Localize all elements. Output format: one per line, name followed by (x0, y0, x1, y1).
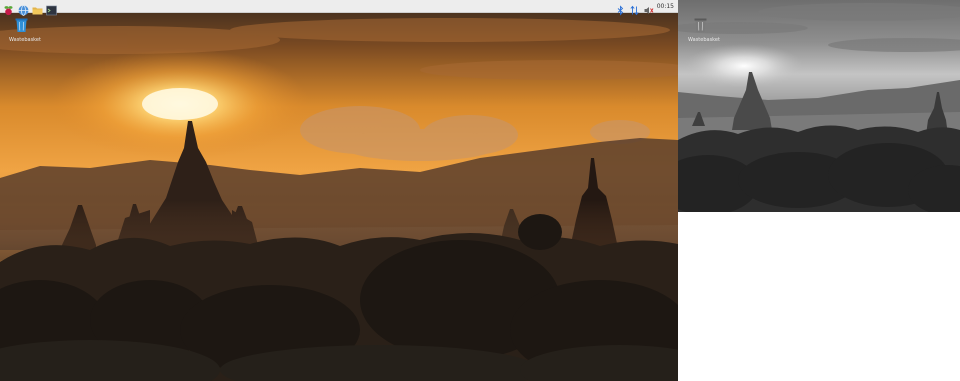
terminal-icon[interactable] (46, 1, 57, 16)
primary-monitor-desktop[interactable]: 00:15 Wastebasket (0, 0, 678, 381)
secondary-monitor-desktop[interactable]: Wastebasket (678, 0, 960, 212)
bluetooth-icon[interactable] (615, 1, 626, 16)
desktop-item-label: Wastebasket (9, 37, 41, 43)
trash-icon (15, 18, 27, 32)
unused-display-area (678, 212, 960, 381)
desktop-item-label: Wastebasket (688, 37, 720, 43)
sunset-pagodas-wallpaper-grayscale (678, 0, 960, 212)
sunset-pagodas-wallpaper (0, 0, 678, 381)
raspberry-menu-icon[interactable] (3, 1, 14, 16)
trash-icon (694, 18, 706, 32)
clock[interactable]: 00:15 (657, 2, 674, 11)
web-browser-icon[interactable] (18, 1, 29, 16)
network-arrows-icon[interactable] (629, 1, 640, 16)
desktop-item-wastebasket[interactable]: Wastebasket (9, 16, 41, 43)
taskbar: 00:15 (0, 0, 678, 16)
file-manager-icon[interactable] (32, 1, 43, 15)
desktop-item-wastebasket-secondary[interactable]: Wastebasket (688, 16, 720, 43)
volume-icon[interactable] (643, 1, 654, 14)
